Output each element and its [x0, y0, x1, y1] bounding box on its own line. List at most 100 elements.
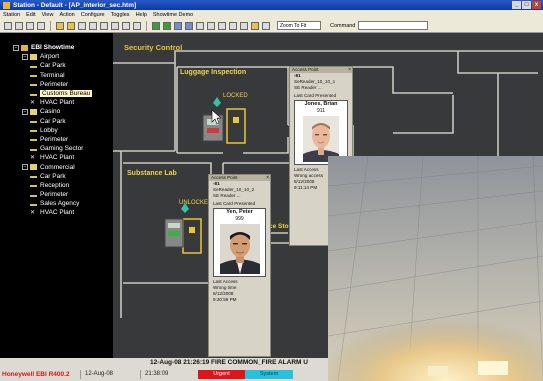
door-status-locked: LOCKED [223, 93, 248, 99]
access-zone-icon [30, 193, 37, 197]
tree-item[interactable]: − Airport [0, 52, 113, 61]
map-title: Security Control [124, 43, 183, 52]
window-controls: _ □ x [512, 1, 543, 9]
tree-item[interactable]: Lobby [0, 126, 113, 135]
tree-item[interactable]: Car Park [0, 172, 113, 181]
tree-item[interactable]: Terminal [0, 71, 113, 80]
tree-item[interactable]: Perimeter [0, 135, 113, 144]
acknowledge-icon[interactable] [196, 21, 204, 30]
brand-label: Honeywell EBI R400.2 [2, 371, 70, 378]
close-button[interactable]: x [532, 1, 541, 9]
collapse-icon[interactable]: − [13, 44, 19, 51]
forward-icon[interactable] [15, 21, 23, 30]
status-date: 12-Aug-08 [80, 370, 138, 379]
tree-item-label: Reception [40, 181, 70, 189]
access-zone-icon [30, 119, 37, 124]
menu-bar: Station Edit View Action Configure Toggl… [0, 10, 543, 19]
toolbar: Zoom To Fit Command [0, 19, 543, 33]
tree-item[interactable]: ✕ HVAC Plant [0, 98, 113, 107]
alarm-icon[interactable] [56, 21, 64, 30]
alarm-line[interactable]: 12-Aug-08 21:26:19 FIRE COMMON_FIRE ALAR… [150, 359, 308, 366]
building-icon [30, 53, 37, 60]
tree-item[interactable]: Customs Bureau [0, 89, 113, 98]
menu-showtime-demo[interactable]: Showtime Demo [153, 12, 193, 18]
back-icon[interactable] [4, 21, 12, 30]
tree-item-label: Terminal [40, 71, 65, 79]
lock-icon[interactable] [251, 21, 259, 30]
tree-item[interactable]: Sales Agency [0, 199, 113, 208]
hvac-icon: ✕ [30, 154, 36, 161]
close-icon[interactable]: × [348, 67, 351, 73]
zoom-icon[interactable] [229, 21, 237, 30]
detail-icon[interactable] [111, 21, 119, 30]
command-input[interactable] [358, 21, 429, 30]
tree-item-label: HVAC Plant [40, 209, 75, 217]
tree-item[interactable]: ✕ HVAC Plant [0, 208, 113, 217]
room-substance-lab: Substance Lab [127, 170, 177, 177]
access-zone-icon [30, 73, 37, 78]
window-title: Station - Default - [AP_interior_sec.htm… [13, 1, 137, 9]
menu-action[interactable]: Action [59, 12, 74, 18]
tree-item-label: HVAC Plant [40, 154, 75, 162]
grid-icon[interactable] [163, 21, 171, 30]
access-point-panel-2[interactable]: Access Point × -81 SeReader_10_10_2 SE R… [208, 174, 271, 357]
tree-item[interactable]: Gaming Sector [0, 144, 113, 153]
menu-help[interactable]: Help [136, 12, 147, 18]
tree-item[interactable]: Car Park [0, 61, 113, 70]
up-arrow-icon[interactable] [174, 21, 182, 30]
luggage-door-icon [226, 108, 246, 144]
camera-icon[interactable] [152, 21, 160, 30]
close-icon[interactable]: × [266, 175, 269, 181]
minimize-button[interactable]: _ [512, 1, 521, 9]
event-icon[interactable] [67, 21, 75, 30]
substance-door-icon [182, 218, 202, 254]
tree-item[interactable]: ✕ HVAC Plant [0, 153, 113, 162]
collapse-icon[interactable]: − [22, 53, 28, 60]
down-arrow-icon[interactable] [185, 21, 193, 30]
app-icon [3, 1, 10, 9]
tree-item[interactable]: Perimeter [0, 190, 113, 199]
home-icon[interactable] [26, 21, 34, 30]
tree-item-label: Casino [40, 108, 61, 116]
tree-item[interactable]: − Casino [0, 107, 113, 116]
menu-station[interactable]: Station [3, 12, 20, 18]
tree-root[interactable]: − EBI Showtime [0, 43, 113, 52]
tree-item[interactable]: − Commercial [0, 162, 113, 171]
tree-item[interactable]: Reception [0, 181, 113, 190]
zoom-select[interactable]: Zoom To Fit [277, 21, 321, 30]
collapse-icon[interactable]: − [22, 164, 28, 171]
title-bar: Station - Default - [AP_interior_sec.htm… [0, 0, 543, 10]
point-icon[interactable] [100, 21, 108, 30]
menu-configure[interactable]: Configure [81, 12, 105, 18]
menu-view[interactable]: View [42, 12, 54, 18]
access-zone-icon [30, 183, 37, 188]
refresh-icon[interactable] [37, 21, 45, 30]
trend-icon[interactable] [89, 21, 97, 30]
tree-item[interactable]: Car Park [0, 117, 113, 126]
tree-item-label: Perimeter [40, 135, 69, 143]
collapse-icon[interactable]: − [22, 108, 28, 115]
list-icon[interactable] [133, 21, 141, 30]
report-icon[interactable] [78, 21, 86, 30]
display-icon[interactable] [122, 21, 130, 30]
card-number: 999 [235, 216, 244, 223]
access-zone-icon [30, 147, 37, 151]
maximize-button[interactable]: □ [522, 1, 531, 9]
menu-toggles[interactable]: Toggles [111, 12, 130, 18]
tree-item-label: Perimeter [40, 80, 69, 88]
pan-icon[interactable] [240, 21, 248, 30]
print-icon[interactable] [262, 21, 270, 30]
tree-item-label: Car Park [40, 117, 66, 125]
cancel-icon[interactable] [207, 21, 215, 30]
id-card: Yen, Peter 999 [213, 208, 266, 278]
system-alarm-badge[interactable]: System [245, 370, 293, 379]
last-card-label: Last Card Presented [294, 93, 337, 99]
tree-item[interactable]: Perimeter [0, 80, 113, 89]
urgent-alarm-badge[interactable]: Urgent [198, 370, 245, 379]
access-zone-icon [30, 174, 37, 179]
toolbar-separator [146, 20, 147, 31]
search-icon[interactable] [218, 21, 226, 30]
access-time: 9:30:59 PM [213, 296, 237, 302]
menu-edit[interactable]: Edit [26, 12, 35, 18]
access-zone-icon [30, 202, 37, 206]
